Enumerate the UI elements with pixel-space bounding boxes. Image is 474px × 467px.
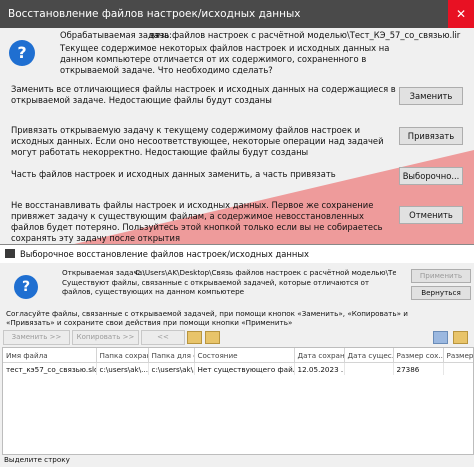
task-path: C:\Users\AK\Desktop\Связь файлов настрое… bbox=[135, 268, 396, 277]
toolbar-copy-button[interactable]: Копировать >> bbox=[72, 330, 139, 345]
return-button[interactable]: Вернуться bbox=[411, 286, 471, 300]
bind-description: Привязать открываемую задачу к текущему … bbox=[11, 125, 384, 157]
selective-restore-dialog: Выборочное восстановление файлов настрое… bbox=[0, 244, 474, 467]
table-cell: Нет существующего файла bbox=[194, 362, 295, 375]
folder-icon[interactable] bbox=[187, 331, 202, 344]
window-title-bar: Восстановление файлов настроек/исходных … bbox=[0, 0, 474, 28]
folder-icon[interactable] bbox=[205, 331, 220, 344]
column-header[interactable]: Состояние bbox=[194, 348, 295, 363]
table-cell: 27386 bbox=[393, 362, 444, 375]
task-label: Открываемая задача: bbox=[62, 268, 145, 277]
column-header[interactable]: Размер сох... bbox=[393, 348, 444, 363]
instruction-text: Согласуйте файлы, связанные с открываемо… bbox=[6, 309, 408, 327]
window-title-bar: Выборочное восстановление файлов настрое… bbox=[0, 245, 474, 263]
table-cell: c:\users\ak\... bbox=[148, 362, 195, 375]
close-icon: ✕ bbox=[455, 7, 467, 21]
question-icon: ? bbox=[14, 275, 38, 299]
cancel-description: Не восстанавливать файлы настроек и исхо… bbox=[11, 200, 383, 243]
column-header[interactable]: Дата сущес... bbox=[344, 348, 394, 363]
window-title: Восстановление файлов настроек/исходных … bbox=[8, 8, 301, 20]
window-title: Выборочное восстановление файлов настрое… bbox=[20, 249, 309, 259]
column-header[interactable]: Папка для с... bbox=[148, 348, 195, 363]
table-cell: тест_кэ57_со_связью.sld bbox=[3, 362, 97, 375]
files-table: Имя файлаПапка сохран...Папка для с...Со… bbox=[2, 347, 474, 455]
table-header: Имя файлаПапка сохран...Папка для с...Со… bbox=[3, 348, 473, 363]
table-cell bbox=[443, 362, 473, 375]
table-row[interactable]: тест_кэ57_со_связью.sld c:\users\ak\... c:… bbox=[3, 362, 473, 375]
edit-icon[interactable] bbox=[433, 331, 448, 344]
bind-button[interactable]: Привязать bbox=[399, 127, 463, 145]
status-text: Выделите строку bbox=[4, 455, 70, 464]
restore-dialog: Восстановление файлов настроек/исходных … bbox=[0, 0, 474, 245]
toolbar-bind-button[interactable]: << Привязать bbox=[141, 330, 185, 354]
replace-button[interactable]: Заменить bbox=[399, 87, 463, 105]
close-button[interactable]: ✕ bbox=[448, 0, 474, 28]
column-header[interactable]: Дата сохран... bbox=[294, 348, 345, 363]
app-icon bbox=[5, 249, 15, 258]
partial-button[interactable]: Выборочно... bbox=[399, 167, 463, 185]
replace-description: Заменить все отличающиеся файлы настроек… bbox=[11, 84, 396, 105]
column-header[interactable]: Имя файла bbox=[3, 348, 97, 363]
apply-button[interactable]: Применить bbox=[411, 269, 471, 283]
info-text: Существуют файлы, связанные с открываемо… bbox=[62, 278, 370, 296]
folder-open-icon[interactable] bbox=[453, 331, 468, 344]
question-text: Текущее содержимое некоторых файлов наст… bbox=[60, 43, 390, 75]
table-cell bbox=[344, 362, 394, 375]
table-cell: 12.05.2023 ... bbox=[294, 362, 345, 375]
column-header[interactable]: Размер bbox=[443, 348, 473, 363]
column-header[interactable]: Папка сохран... bbox=[96, 348, 149, 363]
task-path: вязь файлов настроек с расчётной моделью… bbox=[150, 30, 461, 40]
question-icon: ? bbox=[9, 40, 35, 66]
table-cell: c:\users\ak\... bbox=[96, 362, 149, 375]
cancel-button[interactable]: Отменить bbox=[399, 206, 463, 224]
partial-description: Часть файлов настроек и исходных данных … bbox=[11, 169, 336, 179]
toolbar-replace-button[interactable]: Заменить >> bbox=[3, 330, 70, 345]
